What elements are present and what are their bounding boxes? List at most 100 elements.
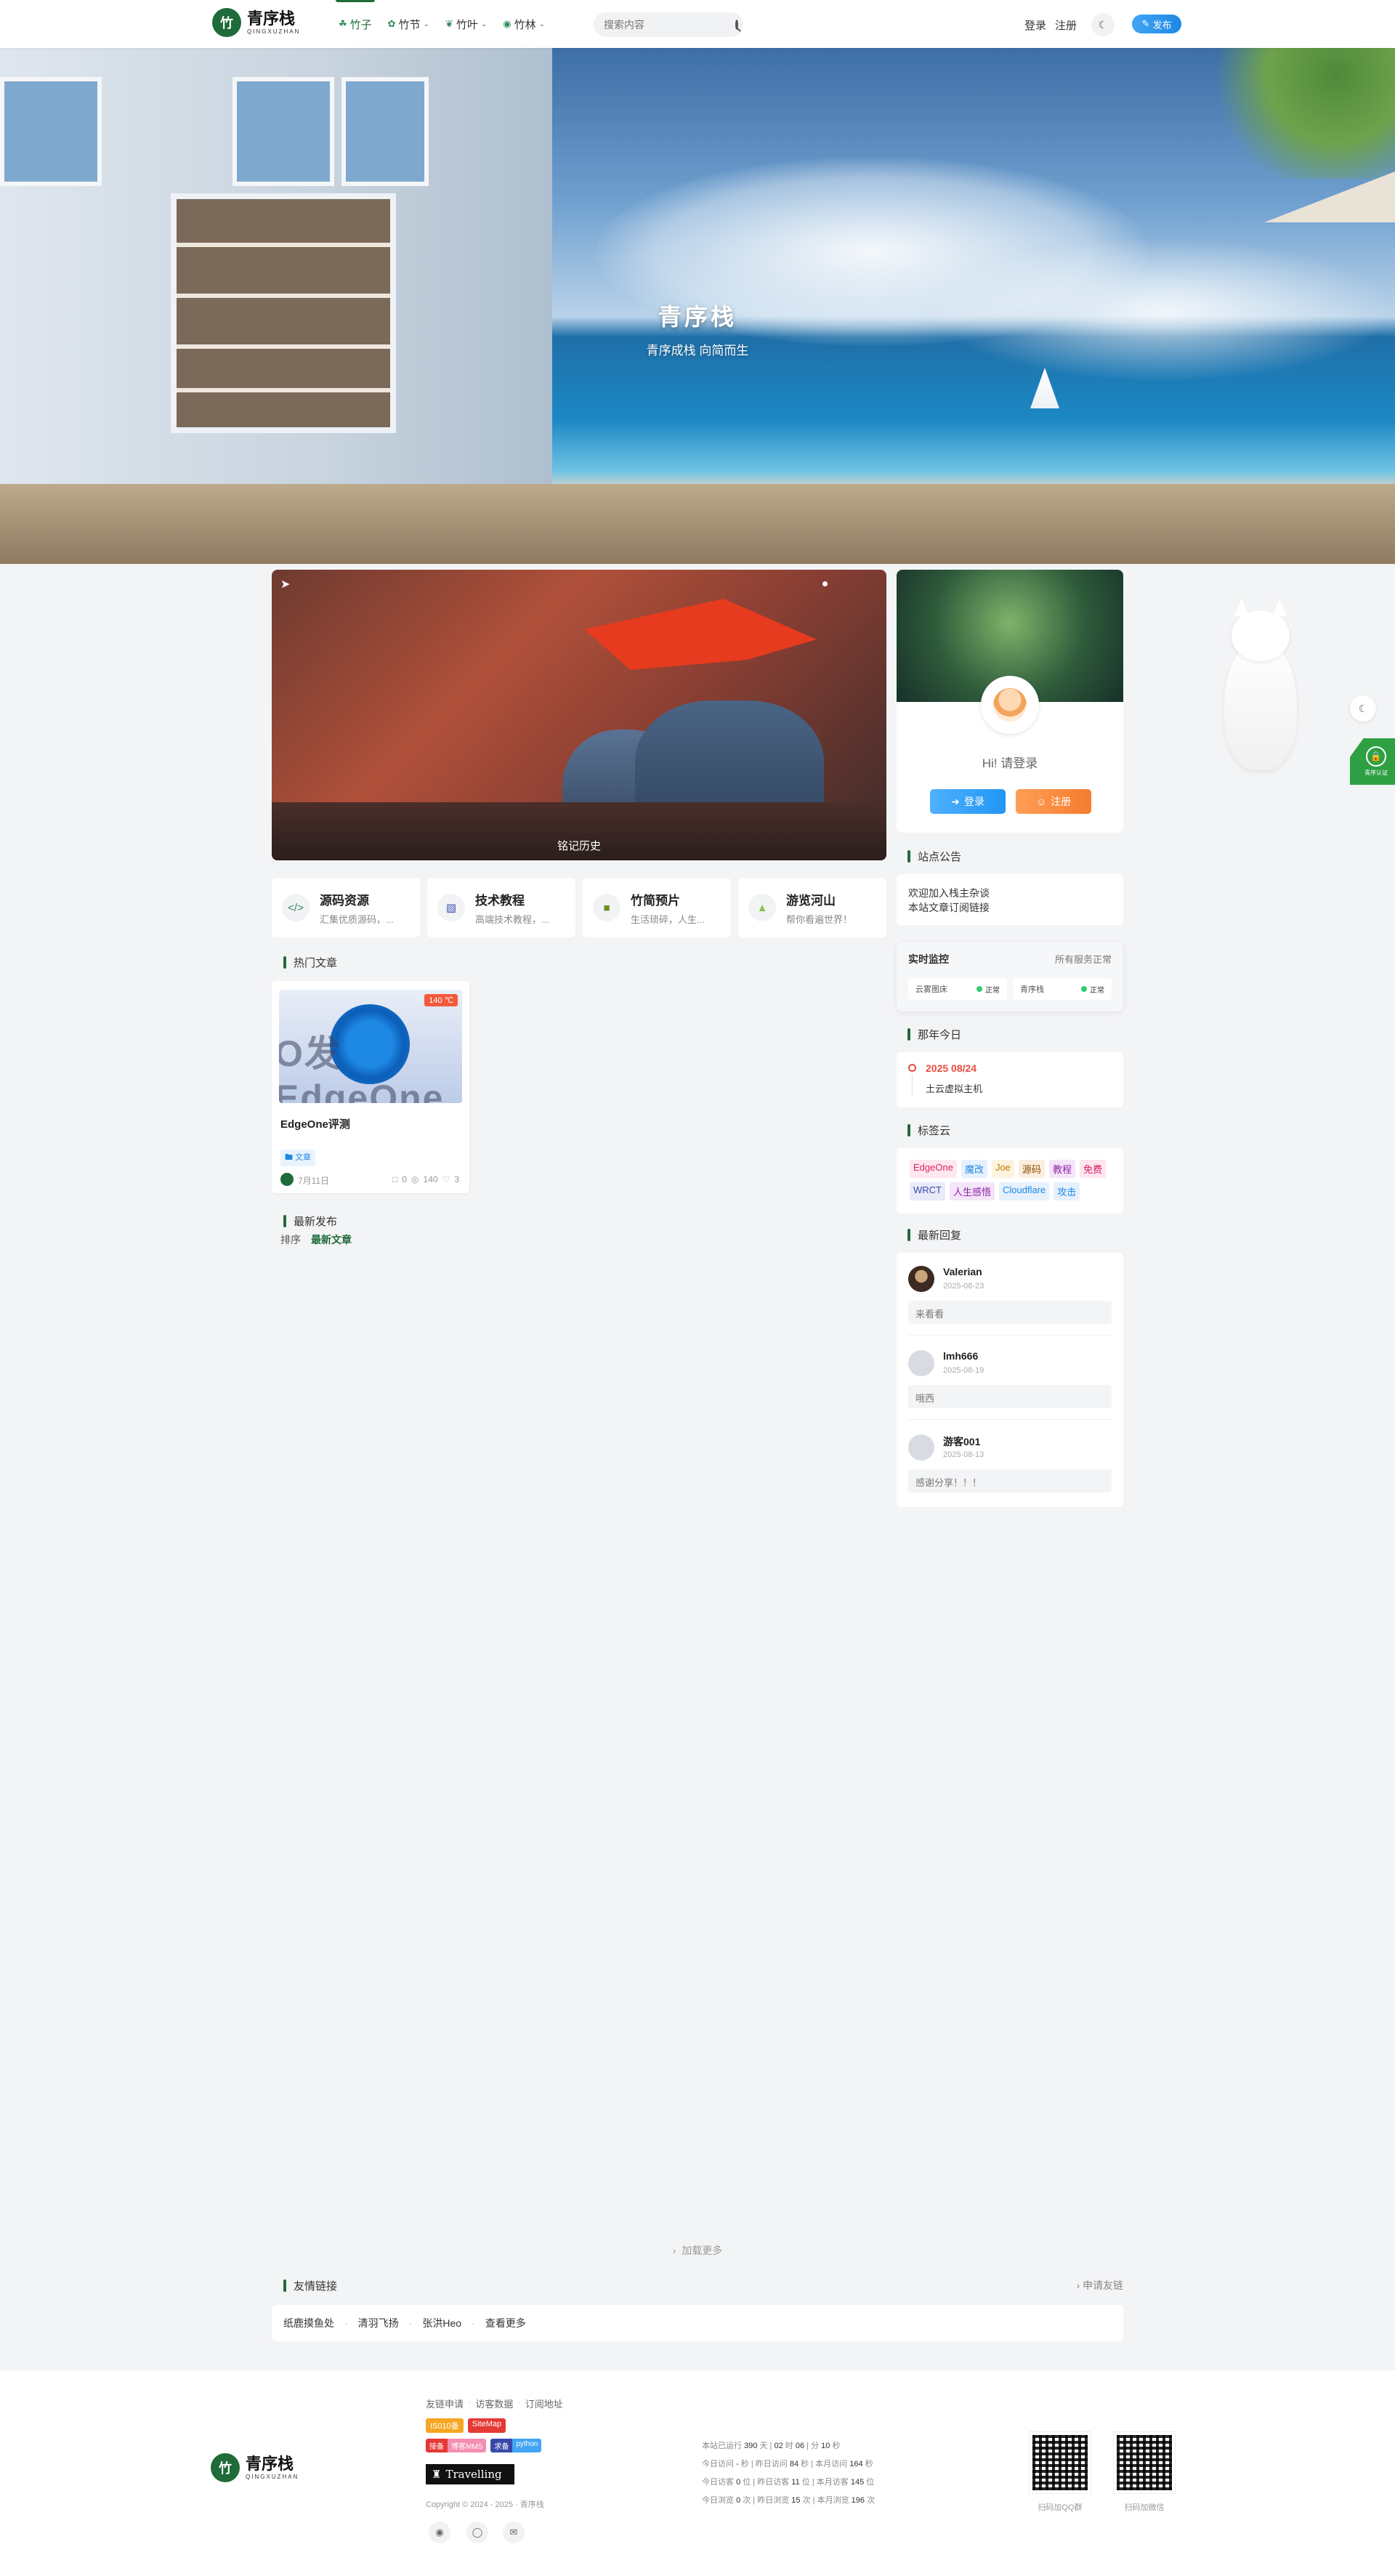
category-card-tutorial[interactable]: ▧ 技术教程 高端技术教程，... bbox=[427, 878, 575, 937]
user-icon: ☺ bbox=[1035, 796, 1047, 807]
avatar bbox=[908, 1434, 934, 1461]
avatar[interactable] bbox=[981, 676, 1039, 734]
hero-window bbox=[341, 77, 429, 186]
post-card[interactable]: O发EdgeOne评测 140 ℃ EdgeOne评测 🖿 文章 7月11日 □… bbox=[272, 981, 469, 1193]
bamboo-logo-icon: 竹 bbox=[211, 2453, 240, 2482]
lock-icon: 🔒 bbox=[1366, 746, 1386, 767]
category-card-photos[interactable]: ■ 竹简预片 生活琐碎，人生... bbox=[583, 878, 731, 937]
tag-item[interactable]: 攻击 bbox=[1054, 1182, 1080, 1200]
status-ok-dot: 正常 bbox=[1081, 984, 1104, 995]
sitemap-badge[interactable]: SiteMap bbox=[467, 2418, 506, 2433]
tag-item[interactable]: WRCT bbox=[910, 1182, 945, 1200]
sidebar-register-button[interactable]: ☺ 注册 bbox=[1016, 789, 1091, 814]
nav-item-zhujie[interactable]: ✿ 竹节 ⌄ bbox=[388, 0, 429, 48]
search-icon[interactable] bbox=[735, 20, 738, 30]
search-box bbox=[594, 12, 743, 37]
friend-link-more[interactable]: 查看更多 bbox=[485, 2316, 526, 2330]
mail-icon[interactable]: ✉ bbox=[503, 2522, 525, 2543]
category-card-travel[interactable]: ▲ 游览河山 帮你看遍世界！ bbox=[738, 878, 886, 937]
search-input[interactable] bbox=[604, 19, 735, 31]
tag-item[interactable]: Cloudflare bbox=[999, 1182, 1050, 1200]
timeline-dot bbox=[908, 1064, 916, 1072]
friend-links-header: 友情链接 › 申请友链 bbox=[272, 2278, 1123, 2294]
post-tag[interactable]: 🖿 文章 bbox=[280, 1150, 316, 1166]
beian-badge[interactable]: 接备 博客MMS bbox=[426, 2439, 487, 2452]
slider-caption: 铭记历史 bbox=[557, 840, 601, 852]
stat-row: 今日访客 0 位 | 昨日访客 11 位 | 本月访客 145 位 bbox=[702, 2478, 875, 2487]
chevron-down-icon: ⌄ bbox=[538, 20, 546, 28]
friend-link[interactable]: 张洪Heo bbox=[422, 2316, 461, 2330]
header-login-link[interactable]: 登录 bbox=[1024, 17, 1046, 33]
site-logo[interactable]: 竹 青序栈 QINGXUZHAN bbox=[212, 8, 300, 37]
moon-icon: ☾ bbox=[1358, 702, 1368, 714]
monitor-item[interactable]: 云雾图床 正常 bbox=[908, 978, 1007, 1000]
hero-deck bbox=[0, 484, 1395, 564]
monitor-item[interactable]: 青序栈 正常 bbox=[1013, 978, 1112, 1000]
code-icon: </> bbox=[282, 894, 310, 921]
tag-cloud: EdgeOne 魔改 Joe 源码 教程 免费 WRCT 人生感悟 Cloudflare 攻击 bbox=[897, 1148, 1123, 1214]
slider-dot[interactable] bbox=[822, 581, 828, 586]
leaf-icon: ☘ bbox=[339, 18, 347, 29]
logo-subtitle: QINGXUZHAN bbox=[247, 28, 301, 35]
qq-icon[interactable]: ◯ bbox=[466, 2522, 488, 2543]
site-footer: 竹 青序栈 QINGXUZHAN 友链申请 · 访客数据 · 订阅地址 IS010备… bbox=[0, 2370, 1395, 2576]
featured-slider[interactable]: ➤ 铭记历史 bbox=[272, 570, 886, 860]
picture-icon: ■ bbox=[593, 894, 620, 921]
sailboat bbox=[1030, 368, 1059, 408]
notice-title: 站点公告 bbox=[907, 849, 961, 864]
tag-item[interactable]: EdgeOne bbox=[910, 1160, 957, 1178]
python-badge[interactable]: 求备 python bbox=[490, 2439, 542, 2452]
chevron-down-icon: ⌄ bbox=[423, 20, 429, 28]
friend-link[interactable]: 纸鹿摸鱼处 bbox=[283, 2316, 334, 2330]
apply-friend-link[interactable]: › 申请友链 bbox=[1076, 2278, 1123, 2293]
certification-badge[interactable]: 🔒 青序认证 bbox=[1350, 738, 1395, 785]
tag-item[interactable]: 魔改 bbox=[961, 1160, 987, 1178]
main-nav: ☘ 竹子 ✿ 竹节 ⌄ ❦ 竹叶 ⌄ ◉ 竹林 ⌄ bbox=[336, 0, 545, 48]
pencil-icon: ✎ bbox=[1141, 18, 1150, 29]
qq-group-qr bbox=[1029, 2431, 1091, 2494]
nav-item-zhuzi[interactable]: ☘ 竹子 bbox=[336, 0, 375, 48]
header-register-link[interactable]: 注册 bbox=[1055, 17, 1077, 33]
footer-logo[interactable]: 竹 青序栈 QINGXUZHAN bbox=[211, 2453, 299, 2482]
nav-item-zhulin[interactable]: ◉ 竹林 ⌄ bbox=[503, 0, 545, 48]
hot-posts-title: 热门文章 bbox=[283, 955, 337, 970]
footer-links: 友链申请 · 访客数据 · 订阅地址 bbox=[426, 2397, 563, 2410]
hero-subtitle: 青序成栈 向简而生 bbox=[646, 344, 749, 358]
sprout-icon: ✿ bbox=[387, 18, 396, 29]
footer-badges: IS010备 SiteMap bbox=[426, 2418, 506, 2433]
friend-links-title: 友情链接 bbox=[283, 2278, 337, 2293]
post-title[interactable]: EdgeOne评测 bbox=[280, 1116, 350, 1131]
category-cards: </> 源码资源 汇集优质源码，... ▧ 技术教程 高端技术教程，... ■ 竹简… bbox=[272, 878, 886, 937]
dark-mode-toggle[interactable]: ☾ bbox=[1091, 13, 1115, 36]
nav-item-zhuye[interactable]: ❦ 竹叶 ⌄ bbox=[445, 0, 487, 48]
tag-item[interactable]: 人生感悟 bbox=[950, 1182, 995, 1200]
tab-latest-articles[interactable]: 最新文章 bbox=[311, 1232, 352, 1247]
footer-badges: 接备 博客MMS 求备 python bbox=[426, 2439, 542, 2452]
tag-item[interactable]: 教程 bbox=[1048, 1160, 1075, 1178]
travelling-badge[interactable]: ♜ Travelling bbox=[426, 2464, 514, 2484]
hero-umbrella bbox=[1264, 171, 1395, 222]
publish-button[interactable]: ✎ 发布 bbox=[1132, 15, 1181, 33]
load-more-button[interactable]: › 加载更多 bbox=[0, 2243, 1395, 2258]
sidebar-login-button[interactable]: ➜ 登录 bbox=[930, 789, 1006, 814]
stat-row: 今日浏览 0 次 | 昨日浏览 15 次 | 本月浏览 196 次 bbox=[702, 2496, 876, 2505]
author-avatar bbox=[280, 1173, 294, 1186]
eye-icon: ◎ bbox=[411, 1174, 419, 1184]
on-this-day: 2025 08/24 土云虚拟主机 bbox=[897, 1052, 1123, 1107]
on-this-day-link[interactable]: 土云虚拟主机 bbox=[926, 1081, 982, 1095]
profile-card: Hi! 请登录 ➜ 登录 ☺ 注册 bbox=[897, 570, 1123, 833]
icp-badge[interactable]: IS010备 bbox=[426, 2418, 464, 2433]
wechat-icon[interactable]: ◉ bbox=[429, 2522, 450, 2543]
floating-theme-toggle[interactable]: ☾ bbox=[1350, 695, 1376, 722]
tag-item[interactable]: 免费 bbox=[1079, 1160, 1106, 1178]
logo-title: 青序栈 bbox=[247, 9, 296, 28]
login-icon: ➜ bbox=[951, 795, 960, 807]
tag-item[interactable]: Joe bbox=[991, 1160, 1014, 1178]
bamboo-logo-icon: 竹 bbox=[212, 8, 241, 37]
latest-replies: Valerian 2025-08-23 来看看 lmh666 2025-08-1… bbox=[897, 1253, 1123, 1507]
category-card-source[interactable]: </> 源码资源 汇集优质源码，... bbox=[272, 878, 420, 937]
send-icon: ➤ bbox=[280, 578, 291, 591]
post-thumbnail: O发EdgeOne评测 140 ℃ bbox=[279, 990, 462, 1103]
tag-item[interactable]: 源码 bbox=[1018, 1160, 1045, 1178]
friend-link[interactable]: 清羽飞扬 bbox=[358, 2316, 399, 2330]
